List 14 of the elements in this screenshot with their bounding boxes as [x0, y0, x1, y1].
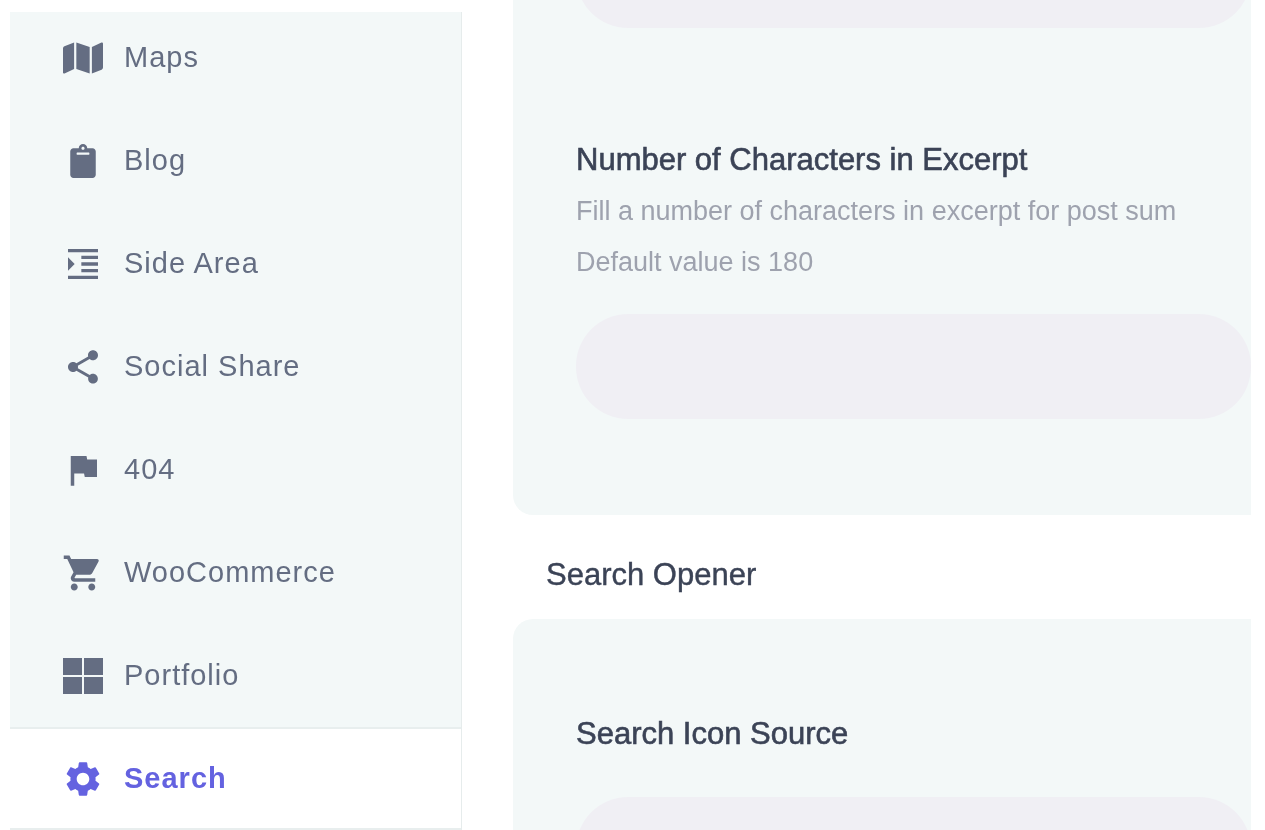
grid-icon — [63, 657, 103, 694]
setting-description: Default value is 180 — [576, 246, 815, 279]
sidebar-item[interactable]: Social Share — [10, 315, 461, 418]
setting-description: Fill a number of characters in excerpt for post sum — [576, 195, 1178, 228]
sidebar-item[interactable]: Side Area — [10, 212, 461, 315]
sidebar-item[interactable]: WooCommerce — [10, 521, 461, 624]
setting-title: Number of Characters in Excerpt — [576, 142, 1029, 178]
sidebar-item[interactable]: Maps — [10, 12, 461, 109]
section-heading: Search Opener — [546, 557, 758, 593]
setting-title: Search Icon Source — [576, 716, 850, 752]
sidebar-item[interactable]: Search — [10, 727, 461, 830]
sidebar-item[interactable]: 404 — [10, 418, 461, 521]
sidebar-item[interactable]: Blog — [10, 109, 461, 212]
sidebar-item[interactable]: Portfolio — [10, 624, 461, 727]
